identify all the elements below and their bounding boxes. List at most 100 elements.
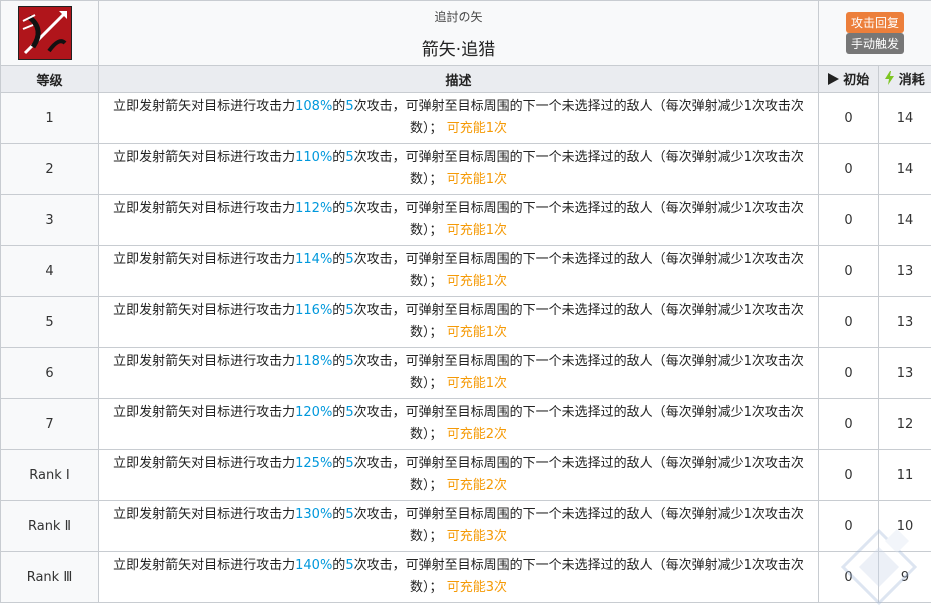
table-row: 4 立即发射箭矢对目标进行攻击力114%的5次攻击，可弹射至目标周围的下一个未选择… — [0, 245, 931, 297]
description-cell: 立即发射箭矢对目标进行攻击力130%的5次攻击，可弹射至目标周围的下一个未选择过… — [98, 500, 819, 552]
description-cell: 立即发射箭矢对目标进行攻击力125%的5次攻击，可弹射至目标周围的下一个未选择过… — [98, 449, 819, 501]
desc-charges: 可充能1次 — [446, 376, 507, 391]
desc-percent: 118% — [295, 354, 333, 369]
description-cell: 立即发射箭矢对目标进行攻击力118%的5次攻击，可弹射至目标周围的下一个未选择过… — [98, 347, 819, 399]
desc-text: 立即发射箭矢对目标进行攻击力 — [113, 507, 296, 522]
initial-sp-cell: 0 — [818, 551, 879, 603]
desc-text: 次攻击，可弹射至目标周围的下一个未选择过的敌人（每次弹射减少1次攻击次数）； — [353, 99, 804, 136]
sp-cost-cell: 13 — [878, 296, 931, 348]
desc-text: 次攻击，可弹射至目标周围的下一个未选择过的敌人（每次弹射减少1次攻击次数）； — [353, 354, 804, 391]
initial-sp-cell: 0 — [818, 500, 879, 552]
col-initial-label: 初始 — [843, 73, 870, 89]
sp-cost-cell: 14 — [878, 92, 931, 144]
level-cell: 1 — [0, 92, 99, 144]
desc-percent: 108% — [295, 99, 333, 114]
desc-charges: 可充能1次 — [446, 172, 507, 187]
table-row: Rank Ⅲ 立即发射箭矢对目标进行攻击力140%的5次攻击，可弹射至目标周围的下… — [0, 551, 931, 603]
col-level: 等级 — [0, 65, 99, 93]
col-cost-label: 消耗 — [898, 72, 925, 88]
sp-cost-cell: 9 — [878, 551, 931, 603]
initial-sp-cell: 0 — [818, 296, 879, 348]
description-cell: 立即发射箭矢对目标进行攻击力116%的5次攻击，可弹射至目标周围的下一个未选择过… — [98, 296, 819, 348]
desc-times: 5 — [345, 252, 354, 267]
skill-name-jp: 追討の矢 — [434, 10, 483, 24]
desc-times: 5 — [345, 456, 354, 471]
desc-text: 的 — [332, 354, 346, 369]
desc-times: 5 — [345, 507, 354, 522]
skill-header-row: 追討の矢 箭矢·追猎 攻击回复 手动触发 — [0, 0, 931, 66]
desc-percent: 114% — [295, 252, 333, 267]
desc-charges: 可充能3次 — [446, 580, 507, 595]
desc-text: 次攻击，可弹射至目标周围的下一个未选择过的敌人（每次弹射减少1次攻击次数）； — [353, 303, 804, 340]
desc-percent: 130% — [295, 507, 333, 522]
desc-text: 的 — [332, 456, 346, 471]
initial-sp-cell: 0 — [818, 245, 879, 297]
desc-text: 的 — [332, 558, 346, 573]
desc-percent: 140% — [295, 558, 333, 573]
initial-sp-cell: 0 — [818, 92, 879, 144]
desc-text: 立即发射箭矢对目标进行攻击力 — [113, 201, 296, 216]
desc-charges: 可充能3次 — [446, 529, 507, 544]
skill-icon-cell — [0, 0, 99, 66]
table-row: 1 立即发射箭矢对目标进行攻击力108%的5次攻击，可弹射至目标周围的下一个未选择… — [0, 92, 931, 144]
desc-charges: 可充能2次 — [446, 478, 507, 493]
desc-times: 5 — [345, 405, 354, 420]
sp-cost-cell: 10 — [878, 500, 931, 552]
col-desc: 描述 — [98, 65, 819, 93]
skill-name-cell: 追討の矢 箭矢·追猎 — [98, 0, 819, 66]
desc-percent: 125% — [295, 456, 333, 471]
desc-text: 次攻击，可弹射至目标周围的下一个未选择过的敌人（每次弹射减少1次攻击次数）； — [353, 252, 804, 289]
lightning-bolt-icon — [885, 71, 895, 89]
desc-charges: 可充能1次 — [446, 223, 507, 238]
play-triangle-icon — [827, 72, 839, 89]
tag-manual-trigger: 手动触发 — [845, 33, 904, 54]
desc-percent: 120% — [295, 405, 333, 420]
table-row: 6 立即发射箭矢对目标进行攻击力118%的5次攻击，可弹射至目标周围的下一个未选择… — [0, 347, 931, 399]
desc-text: 的 — [332, 252, 346, 267]
skill-levels-table: 等级 描述 初始 消耗 1 立即发射箭矢对目标进行攻击力108%的5次攻击，可弹射… — [0, 65, 931, 603]
desc-charges: 可充能1次 — [446, 274, 507, 289]
desc-times: 5 — [345, 303, 354, 318]
level-cell: Rank Ⅱ — [0, 500, 99, 552]
desc-percent: 110% — [295, 150, 333, 165]
desc-text: 的 — [332, 303, 346, 318]
description-cell: 立即发射箭矢对目标进行攻击力110%的5次攻击，可弹射至目标周围的下一个未选择过… — [98, 143, 819, 195]
level-cell: Rank Ⅲ — [0, 551, 99, 603]
initial-sp-cell: 0 — [818, 449, 879, 501]
desc-text: 次攻击，可弹射至目标周围的下一个未选择过的敌人（每次弹射减少1次攻击次数）； — [353, 558, 804, 595]
desc-text: 次攻击，可弹射至目标周围的下一个未选择过的敌人（每次弹射减少1次攻击次数）； — [353, 150, 804, 187]
level-cell: 7 — [0, 398, 99, 450]
level-cell: Rank Ⅰ — [0, 449, 99, 501]
col-initial: 初始 — [818, 65, 879, 93]
description-cell: 立即发射箭矢对目标进行攻击力140%的5次攻击，可弹射至目标周围的下一个未选择过… — [98, 551, 819, 603]
skill-table: 追討の矢 箭矢·追猎 攻击回复 手动触发 — [0, 0, 931, 66]
sp-cost-cell: 14 — [878, 194, 931, 246]
table-row: 5 立即发射箭矢对目标进行攻击力116%的5次攻击，可弹射至目标周围的下一个未选择… — [0, 296, 931, 348]
description-cell: 立即发射箭矢对目标进行攻击力114%的5次攻击，可弹射至目标周围的下一个未选择过… — [98, 245, 819, 297]
description-cell: 立即发射箭矢对目标进行攻击力112%的5次攻击，可弹射至目标周围的下一个未选择过… — [98, 194, 819, 246]
tag-attack-recovery: 攻击回复 — [845, 12, 904, 33]
desc-charges: 可充能2次 — [446, 427, 507, 442]
desc-text: 次攻击，可弹射至目标周围的下一个未选择过的敌人（每次弹射减少1次攻击次数）； — [353, 507, 804, 544]
level-cell: 4 — [0, 245, 99, 297]
desc-text: 立即发射箭矢对目标进行攻击力 — [113, 456, 296, 471]
level-cell: 5 — [0, 296, 99, 348]
level-cell: 2 — [0, 143, 99, 195]
desc-times: 5 — [345, 150, 354, 165]
desc-times: 5 — [345, 558, 354, 573]
sp-cost-cell: 11 — [878, 449, 931, 501]
initial-sp-cell: 0 — [818, 398, 879, 450]
initial-sp-cell: 0 — [818, 194, 879, 246]
skill-tags-cell: 攻击回复 手动触发 — [818, 0, 931, 66]
desc-text: 的 — [332, 405, 346, 420]
initial-sp-cell: 0 — [818, 347, 879, 399]
desc-text: 的 — [332, 99, 346, 114]
sp-cost-cell: 14 — [878, 143, 931, 195]
column-header-row: 等级 描述 初始 消耗 — [0, 65, 931, 93]
desc-text: 立即发射箭矢对目标进行攻击力 — [113, 252, 296, 267]
desc-times: 5 — [345, 354, 354, 369]
skill-name-cn: 箭矢·追猎 — [421, 40, 496, 60]
table-row: Rank Ⅱ 立即发射箭矢对目标进行攻击力130%的5次攻击，可弹射至目标周围的下… — [0, 500, 931, 552]
desc-text: 立即发射箭矢对目标进行攻击力 — [113, 99, 296, 114]
desc-text: 立即发射箭矢对目标进行攻击力 — [113, 405, 296, 420]
